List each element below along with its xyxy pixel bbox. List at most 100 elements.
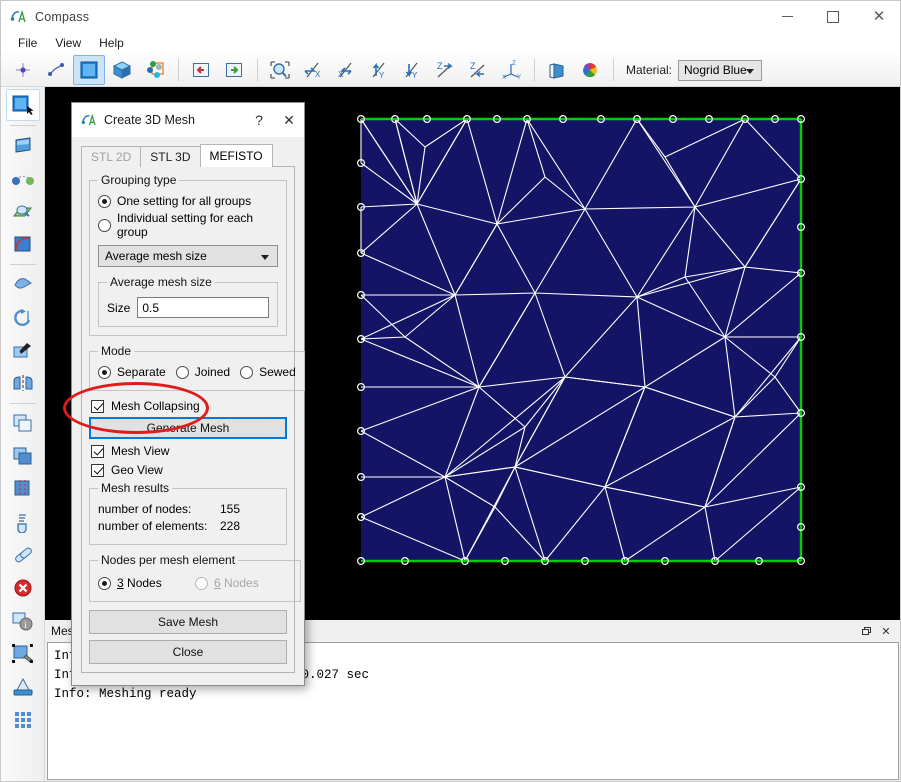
radio-one-setting-all-groups[interactable]: One setting for all groups	[98, 194, 278, 208]
radio-icon	[98, 365, 111, 379]
point-tool-button[interactable]	[7, 55, 39, 85]
save-mesh-button[interactable]: Save Mesh	[89, 610, 287, 634]
close-icon: ✕	[872, 7, 886, 25]
import-tool-button[interactable]	[185, 55, 217, 85]
dialog-titlebar-buttons: ? ✕	[244, 103, 304, 137]
view-plus-x-button[interactable]: X	[330, 55, 362, 85]
left-toolbar: i	[1, 87, 45, 781]
select-surface-tool-button[interactable]	[5, 89, 40, 121]
revolve-icon	[13, 309, 30, 326]
rotate-axis-tool-button[interactable]	[6, 162, 40, 194]
toolbar-separator	[534, 59, 535, 81]
left-toolbar-separator	[9, 264, 36, 265]
svg-text:Y: Y	[517, 75, 521, 80]
extrude-icon	[12, 205, 32, 217]
axis-y-up-icon: Y	[372, 62, 385, 80]
fillet-tool-button[interactable]	[6, 228, 40, 260]
color-wheel-button[interactable]	[574, 55, 606, 85]
open-box-icon	[549, 63, 564, 79]
axis-z-icon: Z	[437, 61, 453, 78]
radio-individual-setting-each-group[interactable]: Individual setting for each group	[98, 211, 278, 239]
radio-6-nodes[interactable]: 6 Nodes	[195, 576, 292, 590]
view-iso-button[interactable]: Z X Y	[495, 55, 527, 85]
extrude-tool-button[interactable]	[6, 195, 40, 227]
settings-tool-button[interactable]	[6, 638, 40, 670]
dialog-help-button[interactable]: ?	[244, 103, 274, 137]
radio-mode-sewed[interactable]: Sewed	[240, 365, 296, 379]
tab-stl-3d[interactable]: STL 3D	[140, 146, 201, 167]
messages-float-button[interactable]	[857, 623, 875, 639]
size-label: Size	[107, 300, 131, 315]
split-tool-button[interactable]	[6, 506, 40, 538]
mesh-collapsing-checkbox[interactable]: Mesh Collapsing	[91, 399, 287, 413]
view-minus-x-button[interactable]: X	[297, 55, 329, 85]
stack-tool-button[interactable]	[6, 473, 40, 505]
maximize-button[interactable]	[810, 1, 856, 32]
menu-help[interactable]: Help	[90, 34, 133, 52]
toolbar-separator	[257, 59, 258, 81]
minimize-icon	[781, 16, 793, 17]
close-dialog-button[interactable]: Close	[89, 640, 287, 664]
mefisto-tab-pane: Grouping type One setting for all groups…	[81, 166, 305, 673]
view-minus-y-button[interactable]: Y	[363, 55, 395, 85]
generate-mesh-button[interactable]: Generate Mesh	[89, 417, 287, 439]
polyline-icon	[48, 63, 64, 76]
blue-square-cursor-icon	[12, 95, 34, 115]
export-tool-button[interactable]	[218, 55, 250, 85]
view-plus-y-button[interactable]: Y	[396, 55, 428, 85]
tab-stl-2d[interactable]: STL 2D	[81, 146, 142, 167]
view-z-1-button[interactable]: Z	[429, 55, 461, 85]
average-mesh-size-group: Average mesh size Size 0.5	[98, 275, 278, 327]
compass-app-icon	[10, 9, 26, 25]
axis-plus-x-icon: X	[338, 62, 352, 79]
geo-view-checkbox[interactable]: Geo View	[91, 463, 287, 477]
close-button[interactable]: ✕	[856, 1, 900, 32]
sweep-icon	[13, 278, 32, 289]
radio-mode-joined[interactable]: Joined	[175, 365, 231, 379]
material-combo[interactable]: Nogrid Blue	[678, 59, 763, 81]
size-input[interactable]: 0.5	[137, 297, 269, 318]
zoom-fit-button[interactable]	[264, 55, 296, 85]
nodes-per-element-radio-row: 3 Nodes 6 Nodes	[98, 573, 292, 593]
line-tool-button[interactable]	[40, 55, 72, 85]
group-tool-button[interactable]	[139, 55, 171, 85]
svg-text:Z: Z	[470, 61, 476, 71]
dialog-close-button[interactable]: ✕	[274, 103, 304, 137]
mesh-size-mode-combo[interactable]: Average mesh size	[98, 245, 278, 267]
messages-close-button[interactable]: ✕	[877, 623, 895, 639]
offset-tool-button[interactable]	[6, 334, 40, 366]
menu-view[interactable]: View	[46, 34, 90, 52]
grid-tool-button[interactable]	[6, 704, 40, 736]
link-tool-button[interactable]	[6, 539, 40, 571]
open-box-button[interactable]	[541, 55, 573, 85]
duplicate-tool-button[interactable]	[6, 440, 40, 472]
radio-3-nodes[interactable]: 3 Nodes	[98, 576, 195, 590]
left-toolbar-separator	[9, 403, 36, 404]
revolve-tool-button[interactable]	[6, 301, 40, 333]
radio-icon	[240, 365, 254, 379]
tab-mefisto[interactable]: MEFISTO	[199, 144, 273, 167]
surface-tool-button[interactable]	[73, 55, 105, 85]
radio-label: Sewed	[259, 365, 296, 379]
stack-icon	[14, 480, 29, 496]
mesh-tool-button[interactable]	[6, 671, 40, 703]
offset-icon	[13, 343, 31, 358]
mirror-tool-button[interactable]	[6, 367, 40, 399]
radio-mode-separate[interactable]: Separate	[98, 365, 166, 379]
delete-tool-button[interactable]	[6, 572, 40, 604]
mesh-view-checkbox[interactable]: Mesh View	[91, 444, 287, 458]
plane-tool-button[interactable]	[6, 129, 40, 161]
sweep-tool-button[interactable]	[6, 268, 40, 300]
menu-file[interactable]: File	[9, 34, 46, 52]
chevron-down-icon	[261, 255, 269, 260]
copy-tool-button[interactable]	[6, 407, 40, 439]
radio-label: Joined	[194, 365, 231, 379]
mode-group: Mode Separate Joined Sewed	[89, 344, 305, 391]
compass-app-icon	[81, 113, 96, 128]
radio-label: One setting for all groups	[117, 194, 252, 208]
maximize-icon	[827, 10, 839, 23]
view-z-2-button[interactable]: Z	[462, 55, 494, 85]
solid-tool-button[interactable]	[106, 55, 138, 85]
info-tool-button[interactable]: i	[6, 605, 40, 637]
minimize-button[interactable]	[764, 1, 810, 32]
